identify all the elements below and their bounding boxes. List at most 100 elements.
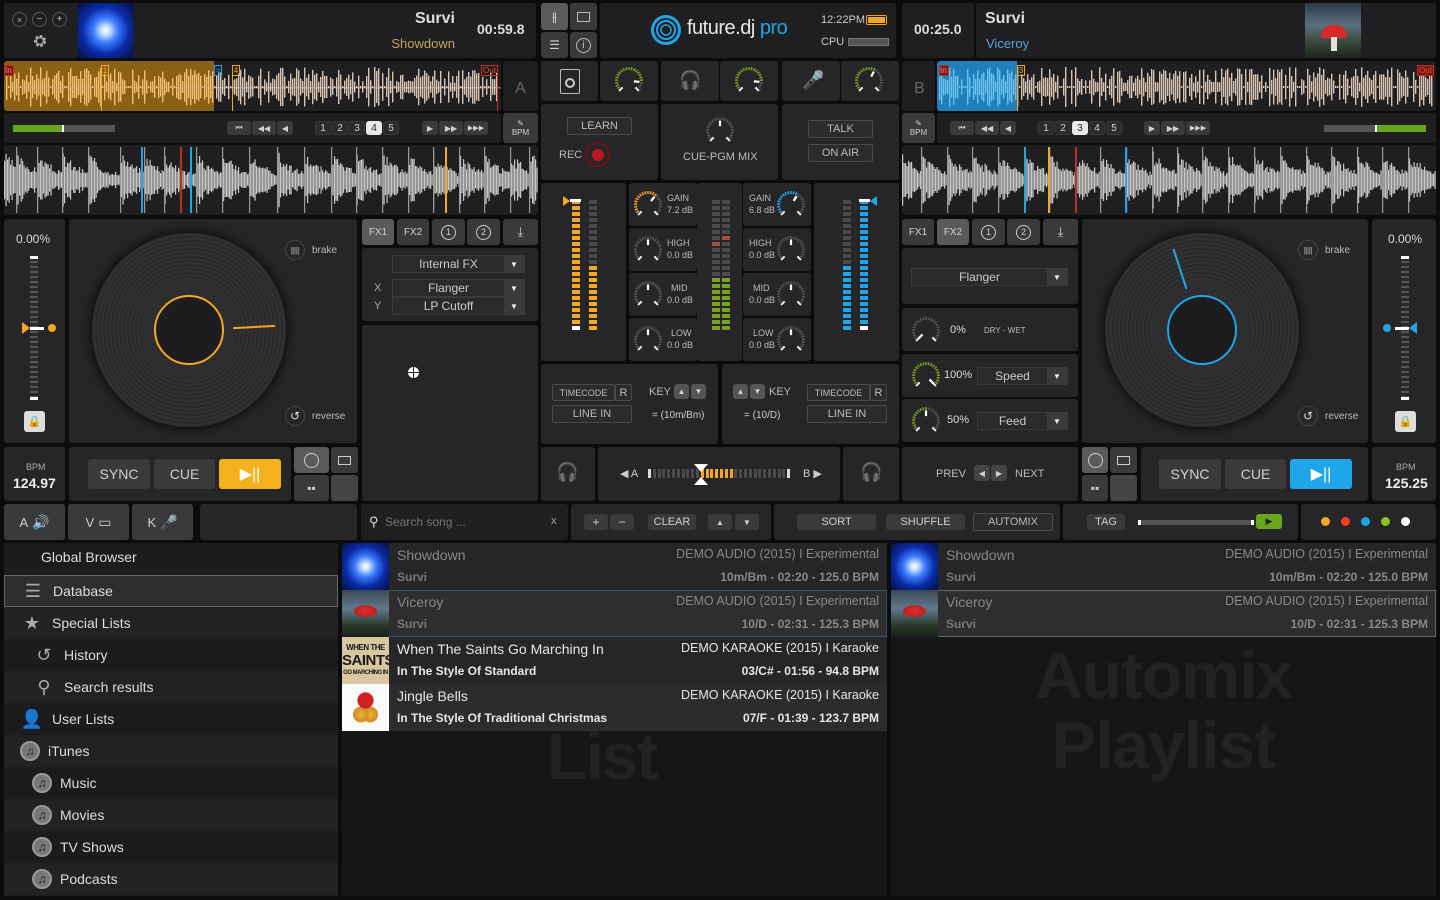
sidebar-item-database[interactable]: ☰ Database bbox=[4, 575, 338, 607]
on-air-button[interactable]: ON AIR bbox=[808, 144, 873, 162]
tag-apply-button[interactable]: ▶ bbox=[1256, 514, 1282, 529]
color-tag-3[interactable] bbox=[1381, 517, 1390, 526]
skip-fwd-3-button[interactable]: ▶▶▶ bbox=[464, 121, 488, 135]
track-row[interactable]: Jingle Bells In The Style Of Traditional … bbox=[342, 684, 887, 731]
talk-button[interactable]: TALK bbox=[808, 120, 873, 138]
cue-bank-2-button[interactable]: 2 bbox=[1055, 121, 1071, 135]
crossfader-handle[interactable] bbox=[693, 464, 708, 472]
deck-b-prev-button[interactable]: ◀ bbox=[974, 465, 990, 481]
search-input[interactable] bbox=[385, 513, 535, 531]
sidebar-item-user-lists[interactable]: 👤 User Lists bbox=[4, 703, 338, 735]
cue-bank-4-button[interactable]: 4 bbox=[366, 121, 382, 135]
deck-b-play-button[interactable]: ▶|| bbox=[1290, 459, 1352, 489]
deck-a-fx-xy-pad[interactable] bbox=[362, 325, 538, 501]
skip-fwd-1-button[interactable]: ▶ bbox=[422, 121, 438, 135]
deck-b-param1-select[interactable]: Speed ▼ bbox=[977, 367, 1068, 385]
deck-b-pitch-handle[interactable] bbox=[1383, 322, 1417, 334]
rec-button[interactable] bbox=[585, 142, 610, 167]
single-view-button[interactable] bbox=[570, 3, 597, 30]
deck-a-out-marker[interactable]: Out bbox=[481, 65, 498, 76]
deck-b-blank-mode-button[interactable] bbox=[1110, 475, 1137, 501]
deck-a-pitch-lock-button[interactable]: 🔒 bbox=[24, 411, 45, 432]
deck-b-cue-button[interactable]: CUE bbox=[1225, 459, 1286, 489]
track-row[interactable]: Showdown Survi DEMO AUDIO (2015) I Experim… bbox=[342, 543, 887, 590]
minimize-button[interactable]: − bbox=[32, 12, 47, 27]
deck-a-pitch-handle[interactable] bbox=[22, 322, 56, 334]
deck-a-blank-mode-button[interactable] bbox=[331, 475, 358, 501]
sidebar-item-special-lists[interactable]: ★ Special Lists bbox=[4, 607, 338, 639]
deck-b-jog-wheel[interactable] bbox=[1105, 233, 1299, 427]
deck-a-timecode-r-button[interactable]: R bbox=[615, 384, 632, 401]
track-row[interactable]: WHEN THE SAINTS GO MARCHING IN When The Sai… bbox=[342, 637, 887, 684]
skip-back-2-button[interactable]: ◀◀ bbox=[975, 121, 999, 135]
mixer-view-button[interactable]: ⫲ bbox=[541, 3, 568, 30]
deck-b-fx-effect-select[interactable]: Flanger ▼ bbox=[911, 268, 1068, 286]
search-clear-button[interactable]: x bbox=[551, 515, 557, 527]
deck-a-fx-y-select[interactable]: LP Cutoff ▼ bbox=[392, 297, 525, 315]
deck-b-line-in-button[interactable]: LINE IN bbox=[807, 405, 887, 423]
remove-button[interactable]: − bbox=[610, 514, 634, 530]
sort-button[interactable]: SORT bbox=[797, 514, 876, 530]
deck-a-fx-x-select[interactable]: Flanger ▼ bbox=[392, 279, 525, 297]
deck-b-reverse-button[interactable]: ↺ reverse bbox=[1298, 406, 1358, 426]
skip-fwd-2-button[interactable]: ▶▶ bbox=[1161, 121, 1185, 135]
loop-end-marker[interactable] bbox=[1125, 147, 1127, 213]
mode-k-button[interactable]: K 🎤 bbox=[132, 504, 193, 540]
automix-button[interactable]: AUTOMIX bbox=[973, 513, 1053, 531]
cue-bank-4-button[interactable]: 4 bbox=[1089, 121, 1105, 135]
deck-b-bpm-edit-button[interactable]: ✎ BPM bbox=[902, 113, 935, 143]
sidebar-item-tv-shows[interactable]: ♫ TV Shows bbox=[4, 831, 338, 863]
track-row[interactable]: Showdown Survi DEMO AUDIO (2015) I Experim… bbox=[891, 543, 1436, 590]
playhead-marker[interactable] bbox=[1075, 147, 1077, 213]
deck-a-line-in-button[interactable]: LINE IN bbox=[552, 405, 632, 423]
sidebar-item-music[interactable]: ♫ Music bbox=[4, 767, 338, 799]
deck-b-volume-fader-handle[interactable] bbox=[855, 196, 877, 206]
list-view-button[interactable]: ☰ bbox=[541, 32, 568, 58]
deck-b-fx2-tab[interactable]: FX2 bbox=[937, 219, 969, 245]
deck-a-overview-waveform[interactable]: In 1 > 4 Out bbox=[4, 61, 501, 111]
deck-b-headphone-cue-button[interactable]: 🎧 bbox=[860, 462, 882, 483]
deck-a-fx1-tab[interactable]: FX1 bbox=[362, 219, 394, 245]
info-button[interactable]: i bbox=[570, 32, 597, 58]
deck-b-jog-mode-button[interactable] bbox=[1082, 447, 1108, 473]
color-tag-0[interactable] bbox=[1321, 517, 1330, 526]
deck-b-next-button[interactable]: ▶ bbox=[991, 465, 1007, 481]
deck-b-pads-mode-button[interactable]: ▪▪ bbox=[1082, 475, 1108, 501]
deck-a-play-button[interactable]: ▶|| bbox=[219, 459, 281, 489]
cue-bank-5-button[interactable]: 5 bbox=[383, 121, 399, 135]
deck-a-key-down-button[interactable]: ▼ bbox=[691, 384, 706, 399]
skip-fwd-3-button[interactable]: ▶▶▶ bbox=[1186, 121, 1210, 135]
deck-b-overview-waveform[interactable]: In 3 Out bbox=[937, 61, 1436, 111]
deck-a-video-mode-button[interactable] bbox=[331, 447, 358, 473]
deck-a-load-button[interactable]: ⤓ bbox=[503, 219, 538, 245]
deck-a-brake-button[interactable]: |||| brake bbox=[285, 240, 337, 260]
deck-b-loop-1-button[interactable]: 1 bbox=[972, 219, 1005, 245]
deck-a-loop-1-button[interactable]: 1 bbox=[432, 219, 465, 245]
loop-marker[interactable]: > bbox=[214, 65, 222, 76]
deck-b-cue-3-marker[interactable]: 3 bbox=[1017, 65, 1025, 76]
sidebar-item-podcasts[interactable]: ♫ Podcasts bbox=[4, 863, 338, 895]
loop-end-marker[interactable] bbox=[190, 147, 192, 213]
deck-a-key-up-button[interactable]: ▲ bbox=[674, 384, 689, 399]
cue-bank-1-button[interactable]: 1 bbox=[315, 121, 331, 135]
cue-bank-3-button[interactable]: 3 bbox=[349, 121, 365, 135]
deck-a-pads-mode-button[interactable]: ▪▪ bbox=[294, 475, 329, 501]
deck-a-sync-button[interactable]: SYNC bbox=[88, 459, 150, 489]
deck-b-pitch-lock-button[interactable]: 🔒 bbox=[1395, 411, 1416, 432]
color-tag-4[interactable] bbox=[1401, 517, 1410, 526]
tag-button[interactable]: TAG bbox=[1087, 514, 1125, 530]
deck-a-loop-2-button[interactable]: 2 bbox=[467, 219, 500, 245]
cue-bank-1-button[interactable]: 1 bbox=[1038, 121, 1054, 135]
deck-b-brake-button[interactable]: |||| brake bbox=[1298, 240, 1350, 260]
tag-slider[interactable] bbox=[1138, 520, 1254, 525]
deck-b-key-up-button[interactable]: ▲ bbox=[733, 384, 748, 399]
deck-a-volume-fader-handle[interactable] bbox=[563, 196, 585, 206]
deck-b-in-marker[interactable]: In bbox=[939, 65, 949, 76]
skip-start-button[interactable]: ⏮ bbox=[950, 121, 974, 135]
clear-button[interactable]: CLEAR bbox=[648, 514, 696, 530]
deck-b-timecode-button[interactable]: TIMECODE bbox=[807, 384, 870, 401]
deck-b-key-down-button[interactable]: ▼ bbox=[750, 384, 765, 399]
deck-b-video-mode-button[interactable] bbox=[1110, 447, 1137, 473]
mode-v-button[interactable]: V ▭ bbox=[68, 504, 129, 540]
loop-start-marker[interactable] bbox=[1024, 147, 1026, 213]
